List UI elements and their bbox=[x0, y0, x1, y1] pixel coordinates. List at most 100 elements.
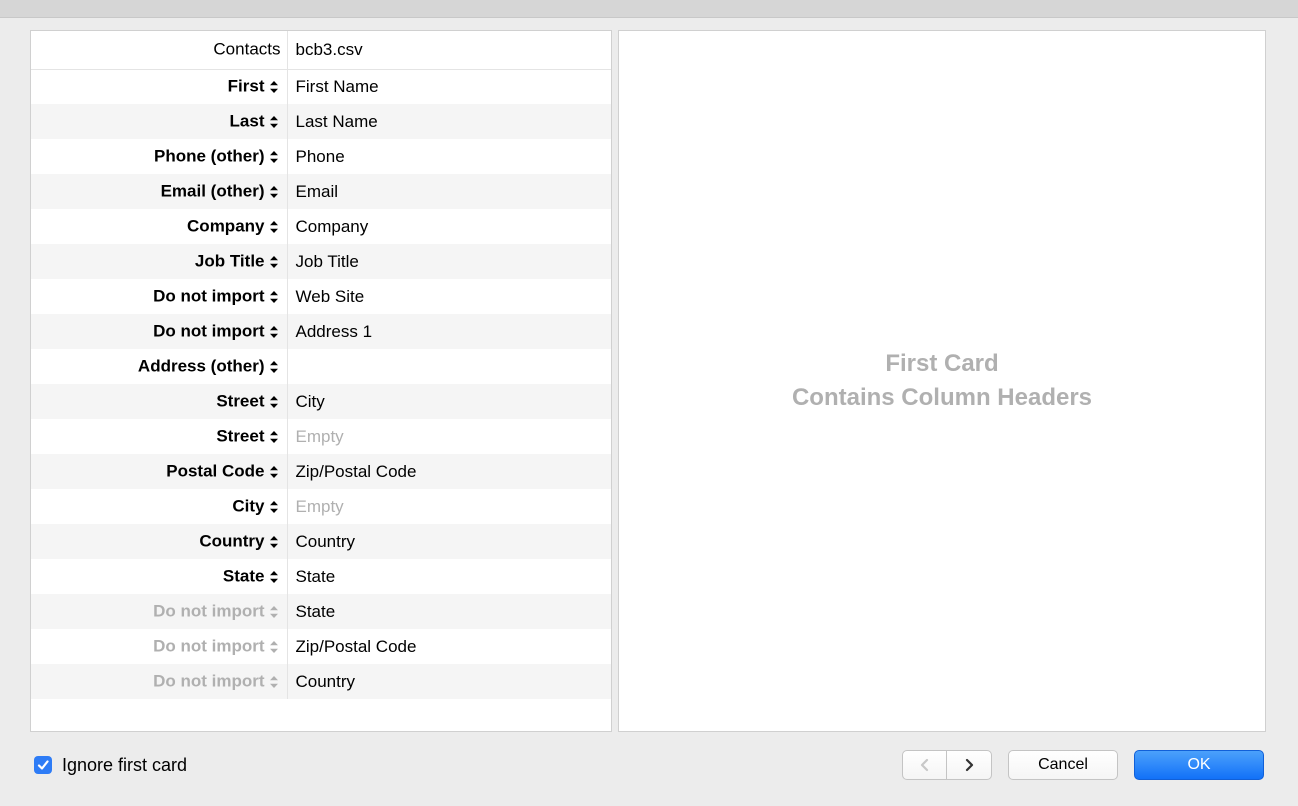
field-selector[interactable]: City bbox=[31, 489, 287, 524]
field-value: Empty bbox=[287, 489, 611, 524]
mapping-row: Do not import Address 1 bbox=[31, 314, 611, 349]
mapping-row: Street City bbox=[31, 384, 611, 419]
stepper-updown-icon bbox=[269, 254, 281, 270]
mapping-row: Job Title Job Title bbox=[31, 244, 611, 279]
field-label: Street bbox=[216, 427, 264, 446]
field-label: Postal Code bbox=[166, 462, 264, 481]
mapping-row: Do not importZip/Postal Code bbox=[31, 629, 611, 664]
ok-button[interactable]: OK bbox=[1134, 750, 1264, 780]
field-label: Phone (other) bbox=[154, 147, 265, 166]
value-label: Empty bbox=[296, 427, 344, 446]
field-value: Empty bbox=[287, 419, 611, 454]
content-area: Contactsbcb3.csv First First Name Last Last … bbox=[0, 18, 1298, 732]
field-selector[interactable]: Phone (other) bbox=[31, 139, 287, 174]
field-label: Address (other) bbox=[138, 357, 265, 376]
mapping-row: Do not import Web Site bbox=[31, 279, 611, 314]
field-value: First Name bbox=[287, 69, 611, 104]
header-contacts: Contacts bbox=[31, 31, 287, 69]
field-value: State bbox=[287, 559, 611, 594]
value-label: Country bbox=[296, 672, 356, 691]
field-label: Country bbox=[199, 532, 264, 551]
field-selector[interactable]: Do not import bbox=[31, 594, 287, 629]
field-label: Do not import bbox=[153, 287, 264, 306]
cancel-button[interactable]: Cancel bbox=[1008, 750, 1118, 780]
field-selector[interactable]: Job Title bbox=[31, 244, 287, 279]
stepper-updown-icon bbox=[269, 359, 281, 375]
stepper-updown-icon bbox=[269, 114, 281, 130]
field-selector[interactable]: State bbox=[31, 559, 287, 594]
mapping-row: State State bbox=[31, 559, 611, 594]
field-value: City bbox=[287, 384, 611, 419]
field-selector[interactable]: Address (other) bbox=[31, 349, 287, 384]
field-selector[interactable]: Do not import bbox=[31, 629, 287, 664]
stepper-updown-icon bbox=[269, 394, 281, 410]
field-value: Phone bbox=[287, 139, 611, 174]
stepper-updown-icon bbox=[269, 604, 281, 620]
field-label: Email (other) bbox=[161, 182, 265, 201]
field-selector[interactable]: Street bbox=[31, 384, 287, 419]
preview-placeholder: First Card Contains Column Headers bbox=[792, 347, 1092, 414]
field-label: City bbox=[232, 497, 264, 516]
field-selector[interactable]: Country bbox=[31, 524, 287, 559]
field-label: First bbox=[228, 77, 265, 96]
value-label: First Name bbox=[296, 77, 379, 96]
preview-panel: First Card Contains Column Headers bbox=[618, 30, 1266, 732]
mapping-row: City Empty bbox=[31, 489, 611, 524]
prev-card-button[interactable] bbox=[903, 751, 947, 779]
field-value: Last Name bbox=[287, 104, 611, 139]
value-label: Job Title bbox=[296, 252, 359, 271]
field-label: Do not import bbox=[153, 672, 264, 691]
value-label: Email bbox=[296, 182, 339, 201]
mapping-row: Email (other) Email bbox=[31, 174, 611, 209]
field-selector[interactable]: Last bbox=[31, 104, 287, 139]
field-selector[interactable]: Email (other) bbox=[31, 174, 287, 209]
mapping-row: Do not import Country bbox=[31, 664, 611, 699]
value-label: Company bbox=[296, 217, 369, 236]
field-value: Zip/Postal Code bbox=[287, 454, 611, 489]
stepper-updown-icon bbox=[269, 464, 281, 480]
field-selector[interactable]: Do not import bbox=[31, 279, 287, 314]
stepper-updown-icon bbox=[269, 149, 281, 165]
mapping-row: Street Empty bbox=[31, 419, 611, 454]
table-header-row: Contactsbcb3.csv bbox=[31, 31, 611, 69]
stepper-updown-icon bbox=[269, 499, 281, 515]
field-value: Email bbox=[287, 174, 611, 209]
field-selector[interactable]: Postal Code bbox=[31, 454, 287, 489]
value-label: Zip/Postal Code bbox=[296, 462, 417, 481]
ok-button-label: OK bbox=[1187, 756, 1210, 774]
mapping-row: Do not importState bbox=[31, 594, 611, 629]
mapping-row: Address (other) bbox=[31, 349, 611, 384]
preview-line-1: First Card bbox=[792, 347, 1092, 381]
value-label: Phone bbox=[296, 147, 345, 166]
field-label: Company bbox=[187, 217, 264, 236]
field-selector[interactable]: First bbox=[31, 69, 287, 104]
mapping-row: Postal Code Zip/Postal Code bbox=[31, 454, 611, 489]
field-selector[interactable]: Do not import bbox=[31, 314, 287, 349]
dialog-footer: Ignore first card Cancel OK bbox=[0, 732, 1298, 780]
field-label: Do not import bbox=[153, 637, 264, 656]
value-label: Empty bbox=[296, 497, 344, 516]
mapping-panel: Contactsbcb3.csv First First Name Last Last … bbox=[30, 30, 612, 732]
field-selector[interactable]: Do not import bbox=[31, 664, 287, 699]
field-selector[interactable]: Street bbox=[31, 419, 287, 454]
field-value bbox=[287, 349, 611, 384]
button-row: Cancel OK bbox=[902, 750, 1264, 780]
window-header-strip bbox=[0, 0, 1298, 18]
value-label: Web Site bbox=[296, 287, 365, 306]
stepper-updown-icon bbox=[269, 184, 281, 200]
stepper-updown-icon bbox=[269, 534, 281, 550]
stepper-updown-icon bbox=[269, 429, 281, 445]
value-label: Address 1 bbox=[296, 322, 373, 341]
card-nav-buttons bbox=[902, 750, 992, 780]
ignore-first-card-checkbox[interactable]: Ignore first card bbox=[34, 755, 187, 776]
stepper-updown-icon bbox=[269, 569, 281, 585]
stepper-updown-icon bbox=[269, 324, 281, 340]
value-label: City bbox=[296, 392, 325, 411]
next-card-button[interactable] bbox=[947, 751, 991, 779]
mapping-row: First First Name bbox=[31, 69, 611, 104]
field-selector[interactable]: Company bbox=[31, 209, 287, 244]
field-label: State bbox=[223, 567, 265, 586]
field-label: Last bbox=[230, 112, 265, 131]
field-label: Job Title bbox=[195, 252, 265, 271]
field-label: Do not import bbox=[153, 602, 264, 621]
